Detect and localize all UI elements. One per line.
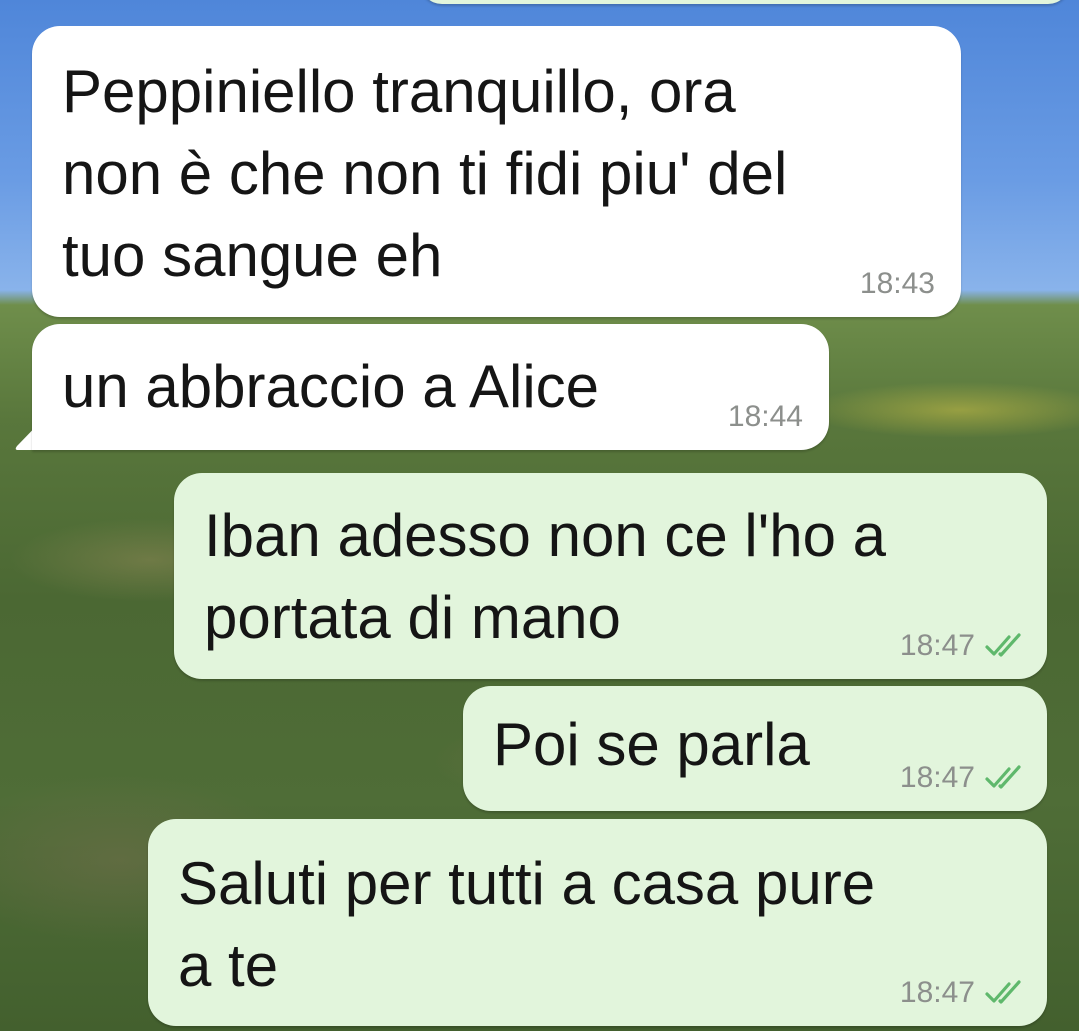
message-bubble-outgoing[interactable]: Iban adesso non ce l'ho a portata di man… [174, 473, 1047, 679]
message-text: Peppiniello tranquillo, ora non è che no… [62, 58, 788, 289]
message-bubble-outgoing[interactable]: Poi se parla 18:47 [463, 686, 1047, 811]
message-timestamp: 18:47 [900, 629, 1027, 663]
message-text: Iban adesso non ce l'ho a portata di man… [204, 502, 886, 651]
message-text: un abbraccio a Alice [62, 353, 600, 420]
message-text: Poi se parla [493, 711, 810, 778]
message-timestamp: 18:47 [900, 761, 1027, 795]
double-check-icon [985, 765, 1021, 789]
message-time: 18:47 [899, 629, 975, 662]
double-check-icon [985, 980, 1021, 1004]
message-time: 18:44 [727, 400, 803, 433]
message-bubble-incoming[interactable]: un abbraccio a Alice 18:44 [32, 324, 829, 450]
message-timestamp: 18:44 [728, 400, 803, 434]
message-text: Saluti per tutti a casa pure a te [178, 850, 876, 999]
message-time: 18:47 [899, 761, 975, 794]
message-time: 18:43 [859, 267, 935, 300]
message-bubble-incoming[interactable]: Peppiniello tranquillo, ora non è che no… [32, 26, 961, 317]
message-timestamp: 18:47 [900, 976, 1027, 1010]
message-time: 18:47 [899, 976, 975, 1009]
message-bubble-outgoing[interactable]: Saluti per tutti a casa pure a te 18:47 [148, 819, 1047, 1026]
double-check-icon [985, 633, 1021, 657]
previous-message-bubble[interactable] [420, 0, 1070, 4]
message-timestamp: 18:43 [860, 267, 935, 301]
